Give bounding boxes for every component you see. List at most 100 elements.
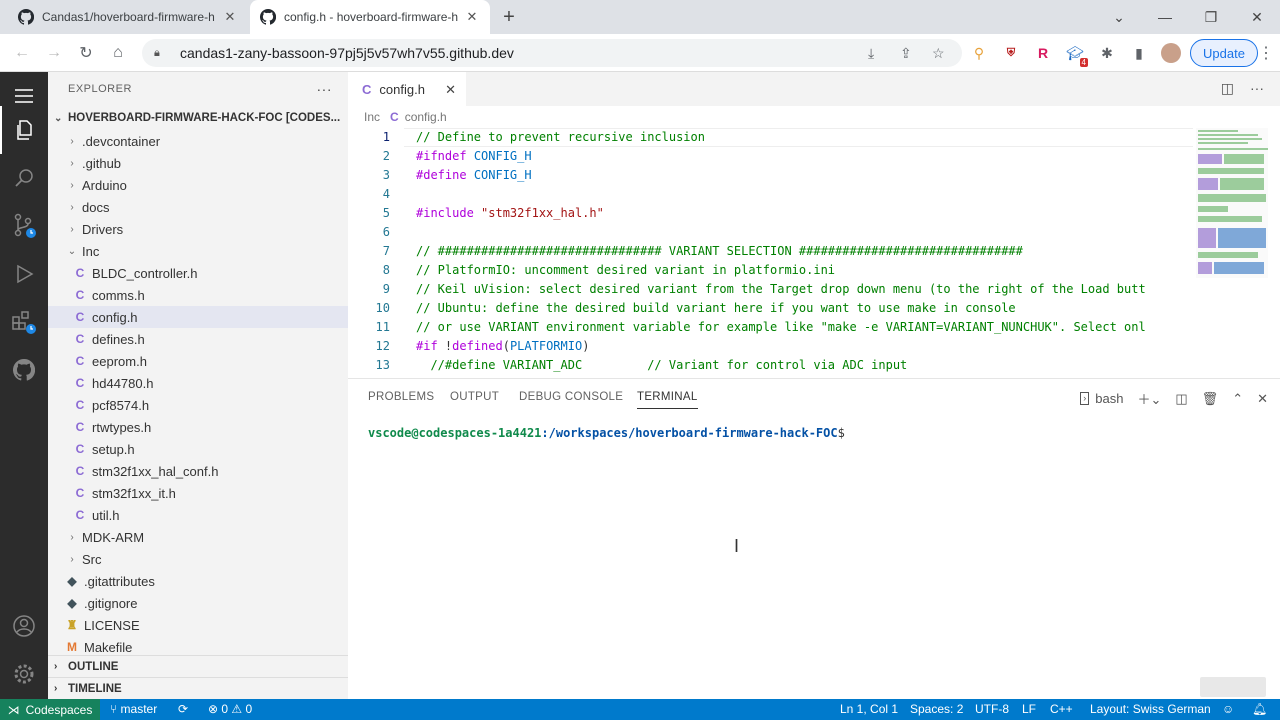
close-tab-icon[interactable]: ✕ bbox=[222, 9, 238, 25]
sidebar-item[interactable]: C BLDC_controller.h bbox=[48, 262, 348, 284]
breadcrumb-file[interactable]: config.h bbox=[405, 110, 447, 124]
kill-terminal-icon[interactable]: 🗑︎ bbox=[1202, 391, 1219, 407]
sidebar-item[interactable]: Cstm32f1xx_hal_conf.h bbox=[48, 460, 348, 482]
timeline-section[interactable]: › TIMELINE bbox=[48, 677, 348, 699]
feedback-icon[interactable]: ☺ bbox=[1222, 702, 1234, 716]
new-terminal-icon[interactable]: ＋⌄ bbox=[1137, 389, 1161, 408]
search-icon[interactable] bbox=[0, 154, 48, 202]
sidebar-item[interactable]: Cconfig.h bbox=[48, 306, 348, 328]
browser-tab-1[interactable]: Candas1/hoverboard-firmware-h ✕ bbox=[8, 0, 248, 34]
eol[interactable]: LF bbox=[1022, 702, 1036, 716]
screencast-control[interactable] bbox=[1200, 677, 1266, 697]
restore-icon[interactable]: ❐ bbox=[1188, 0, 1234, 34]
panel-tabs: PROBLEMS OUTPUT DEBUG CONSOLE TERMINAL ›… bbox=[348, 379, 1280, 415]
sidebar-item[interactable]: Cutil.h bbox=[48, 504, 348, 526]
minimize-icon[interactable]: — bbox=[1142, 0, 1188, 34]
maximize-panel-icon[interactable]: ⌃ bbox=[1232, 391, 1243, 407]
close-window-icon[interactable]: ✕ bbox=[1234, 0, 1280, 34]
more-actions-icon[interactable]: ··· bbox=[317, 81, 333, 97]
problems-indicator[interactable]: ⊗ 0 ⚠ 0 bbox=[208, 702, 252, 716]
tab-debug-console[interactable]: DEBUG CONSOLE bbox=[519, 391, 623, 403]
cursor-position[interactable]: Ln 1, Col 1 bbox=[840, 702, 898, 716]
home-icon[interactable]: ⌂ bbox=[106, 41, 130, 65]
encoding[interactable]: UTF-8 bbox=[975, 702, 1009, 716]
sidebar-item[interactable]: ⌄ Inc bbox=[48, 240, 348, 262]
sidebar-item[interactable]: › .devcontainer bbox=[48, 130, 348, 152]
sidebar-item[interactable]: Ccomms.h bbox=[48, 284, 348, 306]
reload-icon[interactable]: ↻ bbox=[74, 41, 98, 65]
tab-output[interactable]: OUTPUT bbox=[450, 391, 499, 403]
language-mode[interactable]: C++ bbox=[1050, 702, 1073, 716]
code-line: #include "stm32f1xx_hal.h" bbox=[416, 206, 604, 220]
sidebar-item[interactable]: Crtwtypes.h bbox=[48, 416, 348, 438]
split-editor-icon[interactable]: ◫ bbox=[1221, 80, 1234, 97]
ublock-icon[interactable]: ⛨ bbox=[1000, 42, 1022, 64]
sidebar-item[interactable]: Ceeprom.h bbox=[48, 350, 348, 372]
bookmark-star-icon[interactable]: ☆ bbox=[932, 45, 945, 62]
sidebar-item[interactable]: Chd44780.h bbox=[48, 372, 348, 394]
sidebar-item[interactable]: › Drivers bbox=[48, 218, 348, 240]
close-editor-icon[interactable]: ✕ bbox=[445, 82, 456, 98]
extensions-puzzle-icon[interactable]: ✱ bbox=[1096, 42, 1118, 64]
back-icon[interactable]: ← bbox=[10, 41, 34, 65]
tab-problems[interactable]: PROBLEMS bbox=[368, 391, 434, 403]
sidebar-item[interactable]: › Src bbox=[48, 548, 348, 570]
new-tab-icon[interactable]: + bbox=[498, 6, 520, 29]
sidebar-item[interactable]: Csetup.h bbox=[48, 438, 348, 460]
share-icon[interactable]: ⇪ bbox=[900, 45, 912, 62]
project-folder-header[interactable]: ⌄ HOVERBOARD-FIRMWARE-HACK-FOC [CODES... bbox=[48, 106, 348, 130]
code-line: // Keil uVision: select desired variant … bbox=[416, 282, 1146, 296]
address-bar[interactable]: 🔒︎ candas1-zany-bassoon-97pj5j5v57wh7v55… bbox=[142, 39, 962, 67]
remote-indicator[interactable]: ⋊ Codespaces bbox=[0, 699, 100, 720]
account-icon[interactable] bbox=[0, 602, 48, 650]
source-control-icon[interactable] bbox=[0, 202, 48, 250]
sidebar-item[interactable]: ◆ .gitignore bbox=[48, 592, 348, 614]
sync-icon[interactable]: ⟳ bbox=[178, 702, 188, 716]
extension-r-icon[interactable]: R bbox=[1032, 42, 1054, 64]
extensions-icon[interactable] bbox=[0, 298, 48, 346]
tab-terminal[interactable]: TERMINAL bbox=[637, 391, 698, 409]
tab-search-icon[interactable]: ⌄ bbox=[1096, 0, 1142, 34]
extension-search-icon[interactable]: ⚲ bbox=[968, 42, 990, 64]
breadcrumb-folder[interactable]: Inc bbox=[364, 110, 380, 124]
editor-more-icon[interactable]: ··· bbox=[1250, 80, 1264, 97]
sidebar-item[interactable]: ◆ .gitattributes bbox=[48, 570, 348, 592]
minimap[interactable] bbox=[1196, 128, 1268, 278]
sidebar-item[interactable]: › docs bbox=[48, 196, 348, 218]
github-icon[interactable] bbox=[0, 346, 48, 394]
editor-tab-config[interactable]: C config.h ✕ bbox=[348, 72, 466, 106]
terminal-prompt[interactable]: vscode@codespaces-1a4421:/workspaces/hov… bbox=[368, 426, 845, 440]
keyboard-layout[interactable]: Layout: Swiss German bbox=[1090, 702, 1211, 716]
side-panel-icon[interactable]: ▮ bbox=[1128, 42, 1150, 64]
chrome-menu-icon[interactable]: ⋮ bbox=[1258, 41, 1274, 65]
extension-cap-icon[interactable]: 🎓︎ 4 bbox=[1064, 42, 1088, 67]
indentation[interactable]: Spaces: 2 bbox=[910, 702, 963, 716]
terminal-icon: › bbox=[1080, 392, 1090, 405]
outline-section[interactable]: › OUTLINE bbox=[48, 655, 348, 677]
run-debug-icon[interactable] bbox=[0, 250, 48, 298]
close-tab-icon[interactable]: ✕ bbox=[464, 9, 480, 25]
sidebar-item[interactable]: › .github bbox=[48, 152, 348, 174]
profile-avatar[interactable] bbox=[1160, 42, 1182, 64]
close-panel-icon[interactable]: ✕ bbox=[1257, 391, 1268, 407]
sidebar-item[interactable]: › Arduino bbox=[48, 174, 348, 196]
terminal-profile[interactable]: › bash bbox=[1080, 391, 1123, 406]
install-icon[interactable]: ⤓ bbox=[868, 45, 874, 62]
notifications-icon[interactable]: 🔔︎ bbox=[1252, 702, 1267, 716]
sidebar-item[interactable]: Cpcf8574.h bbox=[48, 394, 348, 416]
sidebar-item[interactable]: Cdefines.h bbox=[48, 328, 348, 350]
update-button[interactable]: Update bbox=[1190, 39, 1258, 67]
sidebar-item[interactable]: › MDK-ARM bbox=[48, 526, 348, 548]
sidebar-item[interactable]: ♜ LICENSE bbox=[48, 614, 348, 636]
branch-indicator[interactable]: ⑂ master bbox=[110, 702, 157, 716]
forward-icon[interactable]: → bbox=[42, 41, 66, 65]
chevron-right-icon: › bbox=[70, 157, 74, 169]
split-terminal-icon[interactable]: ◫ bbox=[1175, 391, 1187, 407]
code-editor[interactable]: 1 // Define to prevent recursive inclusio… bbox=[348, 128, 1193, 378]
browser-tab-2[interactable]: config.h - hoverboard-firmware-h ✕ bbox=[250, 0, 490, 34]
sidebar-item-label: Drivers bbox=[82, 221, 124, 237]
sidebar-item[interactable]: Cstm32f1xx_it.h bbox=[48, 482, 348, 504]
license-icon: ♜ bbox=[66, 618, 78, 632]
explorer-icon[interactable] bbox=[0, 106, 48, 154]
settings-gear-icon[interactable] bbox=[0, 650, 48, 698]
